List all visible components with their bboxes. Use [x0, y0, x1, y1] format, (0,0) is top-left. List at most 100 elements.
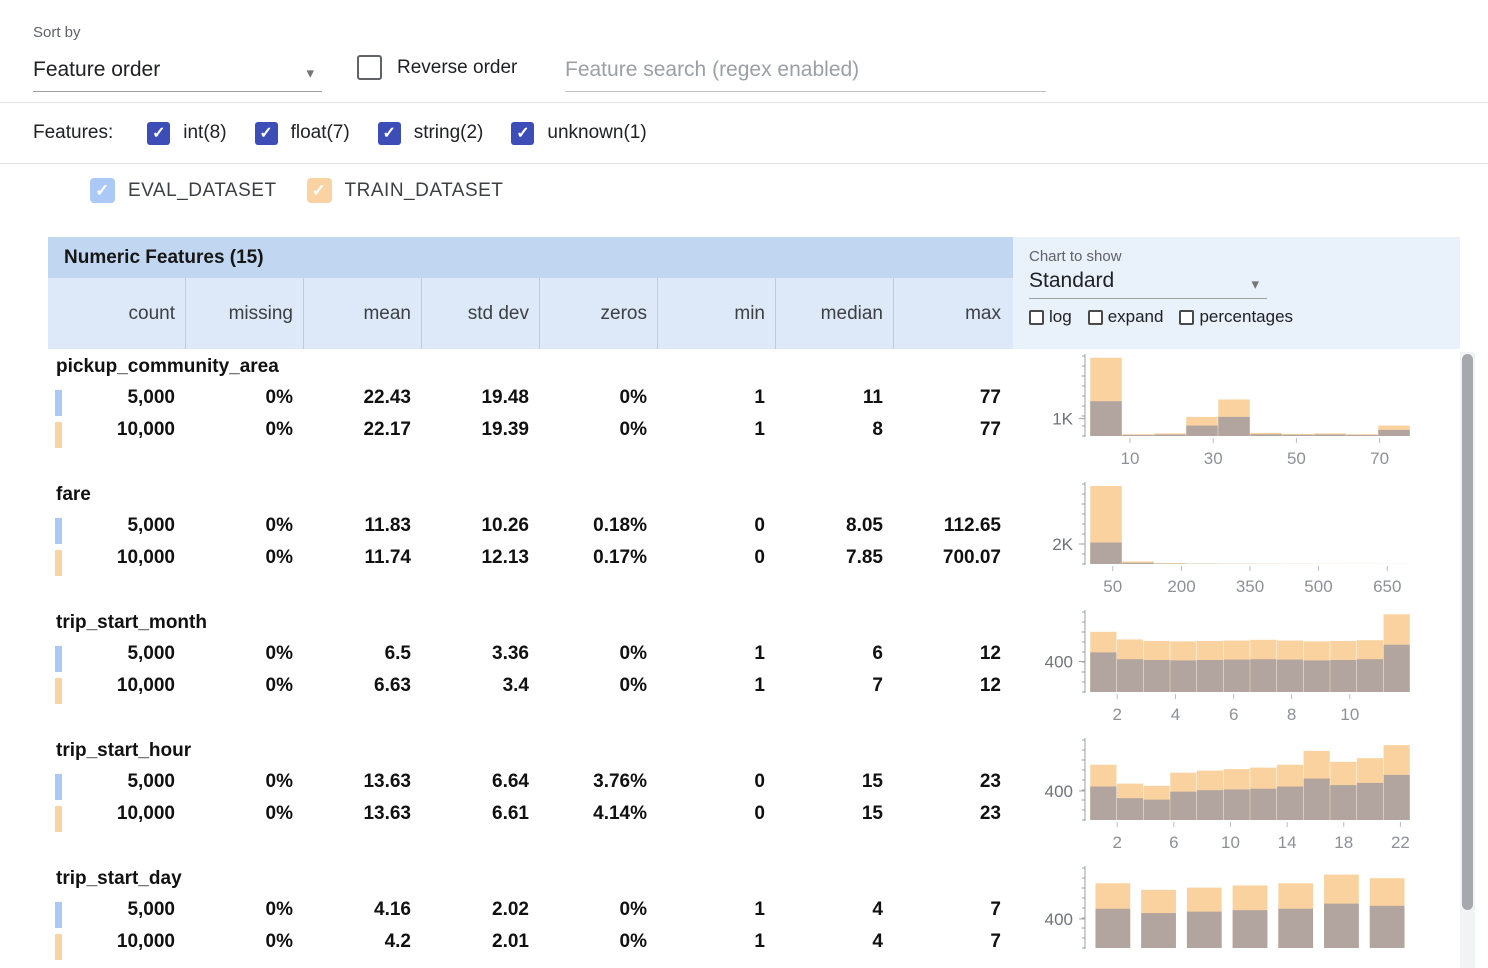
vertical-scrollbar: [1460, 352, 1475, 968]
stat-mean: 11.83: [303, 515, 421, 537]
filter-int-label: int(8): [183, 122, 226, 144]
dataset-eval-label: EVAL_DATASET: [128, 180, 277, 202]
y-axis-tick-label: 1K: [1052, 410, 1073, 429]
checkbox-checked-icon: ✓: [511, 122, 534, 145]
table-title: Numeric Features (15): [48, 237, 1013, 278]
numeric-features-table: Numeric Features (15) count missing mean…: [48, 237, 1460, 349]
reverse-order-checkbox[interactable]: Reverse order: [357, 55, 517, 80]
filter-int-checkbox[interactable]: ✓ int(8): [147, 122, 226, 145]
stat-std-dev: 19.48: [421, 387, 539, 409]
stat-count: 5,000: [48, 387, 185, 409]
column-headers: count missing mean std dev zeros min med…: [48, 278, 1013, 349]
dataset-color-swatch: [55, 390, 62, 416]
divider: [0, 163, 1488, 164]
dataset-color-swatch: [55, 774, 62, 800]
checkbox-checked-icon: ✓: [255, 122, 278, 145]
stats-row: 10,0000%11.7412.130.17%07.85700.07: [48, 542, 1013, 574]
feature-chart: 2K50200350500650: [1013, 478, 1460, 606]
chart-type-dropdown[interactable]: Standard ▾: [1029, 269, 1267, 299]
dataset-train-label: TRAIN_DATASET: [345, 180, 504, 202]
toggle-percentages-checkbox[interactable]: percentages: [1179, 307, 1293, 327]
x-axis-tick-label: 10: [1340, 705, 1359, 724]
sort-by-label: Sort by: [33, 24, 81, 41]
x-axis-tick-label: 50: [1103, 577, 1122, 596]
filter-unknown-checkbox[interactable]: ✓ unknown(1): [511, 122, 646, 145]
stat-median: 6: [775, 643, 893, 665]
column-header-mean: mean: [303, 278, 421, 349]
stat-std-dev: 19.39: [421, 419, 539, 441]
stat-min: 1: [657, 643, 775, 665]
checkbox-checked-icon: ✓: [378, 122, 401, 145]
dataset-train-checkbox[interactable]: ✓ TRAIN_DATASET: [307, 178, 504, 203]
stat-min: 1: [657, 931, 775, 953]
stat-max: 12: [893, 643, 1011, 665]
stat-missing: 0%: [185, 515, 303, 537]
feature-block: pickup_community_area5,0000%22.4319.480%…: [48, 350, 1460, 478]
features-filter-label: Features:: [33, 122, 113, 144]
stat-missing: 0%: [185, 547, 303, 569]
feature-histogram: 1K10305070: [1013, 352, 1460, 478]
column-header-std-dev: std dev: [421, 278, 539, 349]
facets-overview: Sort by Feature order ▾ Reverse order Fe…: [0, 0, 1488, 968]
stat-zeros: 4.14%: [539, 803, 657, 825]
column-header-max: max: [893, 278, 1011, 349]
features-list: pickup_community_area5,0000%22.4319.480%…: [48, 350, 1460, 968]
feature-chart: 1K10305070: [1013, 350, 1460, 478]
stat-zeros: 0%: [539, 899, 657, 921]
stat-min: 1: [657, 675, 775, 697]
filter-float-checkbox[interactable]: ✓ float(7): [255, 122, 350, 145]
stat-mean: 13.63: [303, 803, 421, 825]
sort-order-value: Feature order: [33, 58, 160, 82]
toggle-expand-checkbox[interactable]: expand: [1088, 307, 1164, 327]
feature-name: trip_start_hour: [56, 736, 1013, 766]
stat-median: 7: [775, 675, 893, 697]
scrollbar-thumb[interactable]: [1462, 354, 1473, 910]
filter-string-label: string(2): [414, 122, 484, 144]
stat-max: 77: [893, 419, 1011, 441]
stats-row: 5,0000%22.4319.480%11177: [48, 382, 1013, 414]
x-axis-tick-label: 50: [1287, 449, 1306, 468]
stats-row: 10,0000%13.636.614.14%01523: [48, 798, 1013, 830]
stat-max: 12: [893, 675, 1011, 697]
stat-count: 10,000: [48, 803, 185, 825]
filter-unknown-label: unknown(1): [547, 122, 646, 144]
stat-max: 7: [893, 931, 1011, 953]
filter-string-checkbox[interactable]: ✓ string(2): [378, 122, 484, 145]
sort-order-dropdown[interactable]: Feature order ▾: [33, 50, 322, 92]
toggle-log-checkbox[interactable]: log: [1029, 307, 1072, 327]
stat-zeros: 0%: [539, 419, 657, 441]
x-axis-tick-label: 10: [1121, 449, 1140, 468]
y-axis-tick-label: 400: [1045, 653, 1073, 672]
feature-block: trip_start_hour5,0000%13.636.643.76%0152…: [48, 734, 1460, 862]
x-axis-tick-label: 6: [1169, 833, 1178, 852]
stat-mean: 4.16: [303, 899, 421, 921]
toggle-expand-label: expand: [1108, 307, 1164, 327]
feature-chart: 400: [1013, 862, 1460, 968]
feature-search-input[interactable]: [565, 48, 1046, 92]
checkbox-checked-icon: ✓: [90, 178, 115, 203]
stat-median: 8.05: [775, 515, 893, 537]
stat-median: 7.85: [775, 547, 893, 569]
stat-max: 77: [893, 387, 1011, 409]
dataset-eval-checkbox[interactable]: ✓ EVAL_DATASET: [90, 178, 277, 203]
feature-type-filters: Features: ✓ int(8) ✓ float(7) ✓ string(2…: [33, 103, 675, 163]
x-axis-tick-label: 350: [1236, 577, 1264, 596]
feature-block: fare5,0000%11.8310.260.18%08.05112.6510,…: [48, 478, 1460, 606]
stat-missing: 0%: [185, 899, 303, 921]
stat-missing: 0%: [185, 419, 303, 441]
dataset-color-swatch: [55, 806, 62, 832]
stat-mean: 6.5: [303, 643, 421, 665]
stats-row: 5,0000%6.53.360%1612: [48, 638, 1013, 670]
stat-count: 5,000: [48, 899, 185, 921]
stat-missing: 0%: [185, 803, 303, 825]
x-axis-tick-label: 22: [1391, 833, 1410, 852]
dataset-color-swatch: [55, 902, 62, 928]
stat-count: 10,000: [48, 419, 185, 441]
stat-median: 11: [775, 387, 893, 409]
feature-name: pickup_community_area: [56, 352, 1013, 382]
stat-zeros: 0%: [539, 643, 657, 665]
stat-max: 23: [893, 803, 1011, 825]
stat-min: 0: [657, 771, 775, 793]
column-header-min: min: [657, 278, 775, 349]
chevron-down-icon: ▾: [1251, 275, 1267, 293]
